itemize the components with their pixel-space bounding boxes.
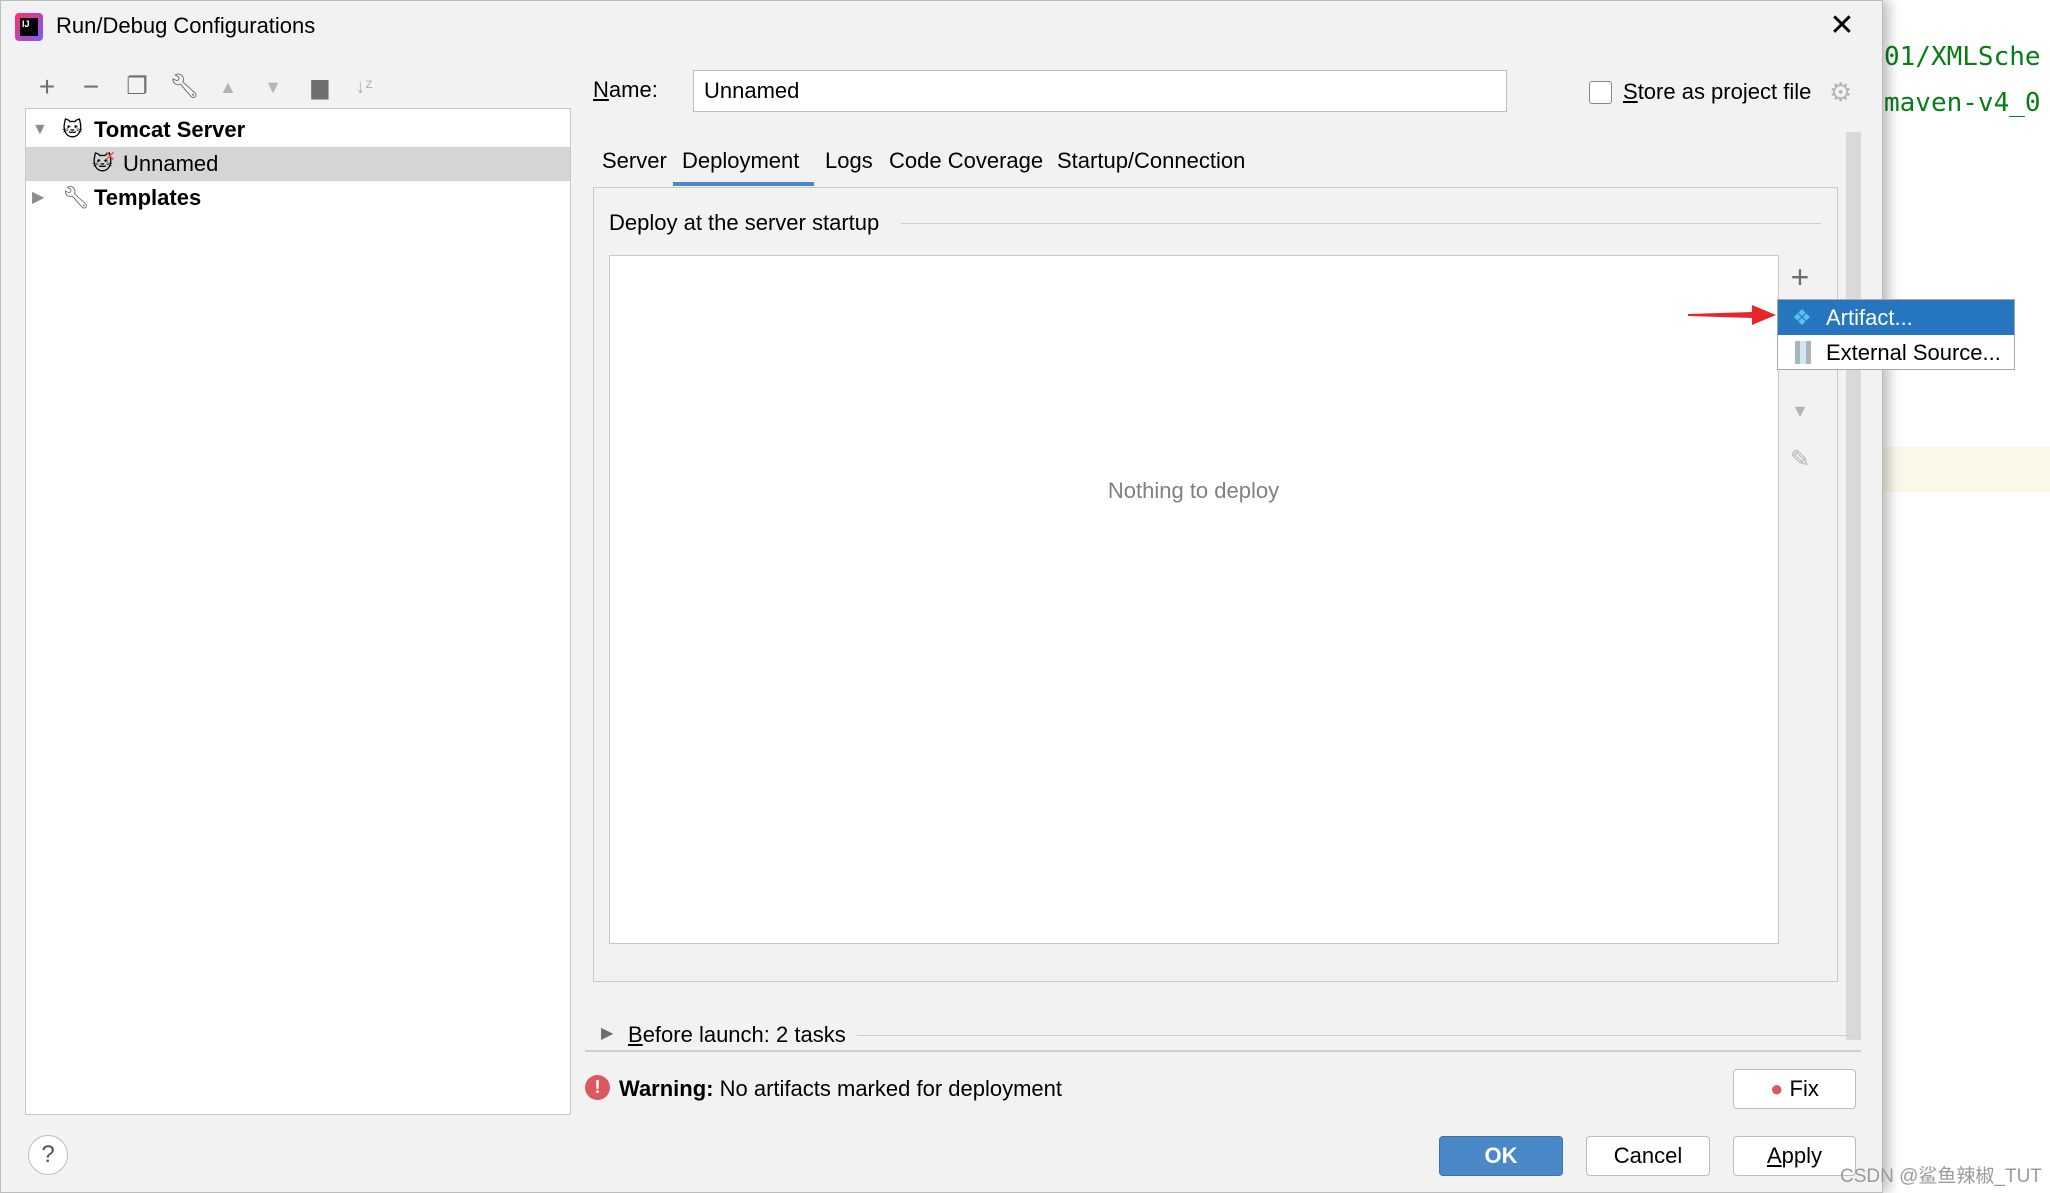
wrench-icon: 🔧︎ [62,185,90,210]
active-tab-indicator [673,182,814,186]
add-deployment-popup: ❖ Artifact... External Source... [1777,299,2015,370]
config-tree: ▼ 🐱 Tomcat Server 🐱 ✕ Unnamed ▶ 🔧︎ Templa… [25,108,571,1115]
mnemonic: B [628,1022,643,1047]
tab-server[interactable]: Server [602,144,667,178]
popup-item-artifact[interactable]: ❖ Artifact... [1778,300,2014,335]
new-folder-icon[interactable]: ▆ [306,73,334,101]
move-down-icon[interactable]: ▼ [259,73,287,101]
popup-item-label: Artifact... [1826,305,1913,330]
watermark: CSDN @鲨鱼辣椒_TUT [1840,1166,2042,1187]
cancel-button[interactable]: Cancel [1586,1136,1710,1176]
editor-highlight-line [1883,447,2050,492]
name-input[interactable] [693,70,1507,112]
divider [857,1035,1861,1036]
move-down-icon[interactable]: ▼ [1785,401,1815,422]
add-icon[interactable]: + [33,73,61,101]
empty-list-text: Nothing to deploy [1107,478,1280,503]
fix-label: Fix [1789,1076,1819,1101]
name-label: Name: [593,77,658,103]
tree-item-label: Templates [94,185,202,210]
name-label-text: ame: [608,77,658,102]
move-up-icon[interactable]: ▲ [214,73,242,101]
tree-item-templates[interactable]: ▶ 🔧︎ Templates [26,181,570,215]
mnemonic: S [1623,79,1638,104]
deploy-section-title: Deploy at the server startup [609,210,880,235]
wrench-icon[interactable]: 🔧︎ [169,73,199,101]
tree-item-label: Tomcat Server [94,117,246,142]
ok-button[interactable]: OK [1439,1136,1563,1176]
collapsed-arrow-icon[interactable]: ▶ [32,181,44,215]
expanded-arrow-icon[interactable]: ▼ [32,113,48,147]
gear-icon[interactable]: ⚙ [1829,77,1852,108]
lightbulb-error-icon: ● [1770,1076,1784,1101]
tab-code-coverage[interactable]: Code Coverage [889,144,1043,178]
popup-item-external-source[interactable]: External Source... [1778,335,2014,370]
before-launch-toggle[interactable]: Before launch: 2 tasks [628,1022,846,1048]
tree-item-label: Unnamed [123,151,219,176]
dialog-title: Run/Debug Configurations [56,13,316,38]
tab-deployment[interactable]: Deployment [682,144,799,178]
warning-icon: ! [585,1075,610,1100]
deployment-list[interactable]: Nothing to deploy [609,255,1821,944]
add-deployment-icon[interactable]: + [1785,261,1815,293]
divider [585,1050,1861,1052]
tab-startup-connection[interactable]: Startup/Connection [1057,144,1245,178]
warning-label: Warning: [619,1076,714,1101]
archive-icon [1795,341,1811,364]
mnemonic: A [1766,1143,1782,1168]
tomcat-error-icon: 🐱 ✕ [92,148,116,175]
divider [901,223,1821,224]
help-button[interactable]: ? [28,1135,68,1175]
editor-code-line: 01/XMLSche [1884,42,2041,72]
tab-logs[interactable]: Logs [825,144,873,178]
remove-icon[interactable]: − [77,73,105,101]
tree-item-unnamed[interactable]: 🐱 ✕ Unnamed [26,147,570,181]
artifact-icon: ❖ [1792,305,1812,330]
scrollbar[interactable] [1846,132,1861,1040]
before-launch-text: efore launch: 2 tasks [642,1022,846,1047]
intellij-logo-icon: IJ [15,13,43,41]
apply-label: pply [1781,1143,1823,1168]
copy-icon[interactable]: ❐ [123,73,151,101]
warning-message: Warning: No artifacts marked for deploym… [619,1076,1062,1102]
close-icon[interactable]: ✕ [1827,9,1857,43]
mnemonic: N [593,77,609,102]
apply-button[interactable]: Apply [1733,1136,1856,1176]
tomcat-icon: 🐱 [62,119,83,141]
store-project-label[interactable]: Store as project file [1623,79,1811,105]
fix-button[interactable]: ● Fix [1733,1069,1856,1109]
sort-alpha-icon[interactable]: ↓ᶻ [350,73,378,101]
popup-item-label: External Source... [1826,340,2001,365]
editor-code-line: maven-v4_0 [1884,88,2041,118]
store-project-checkbox[interactable] [1589,81,1612,104]
edit-pencil-icon[interactable]: ✎ [1785,445,1815,474]
annotation-arrow [1688,305,1776,325]
run-debug-dialog: IJ Run/Debug Configurations ✕ + − ❐ 🔧︎ ▲… [0,0,1883,1193]
warning-text: No artifacts marked for deployment [719,1076,1062,1101]
store-label-text: tore as project file [1637,79,1812,104]
expand-arrow-icon[interactable]: ▶ [601,1023,613,1043]
editor-background [1883,0,2050,1193]
